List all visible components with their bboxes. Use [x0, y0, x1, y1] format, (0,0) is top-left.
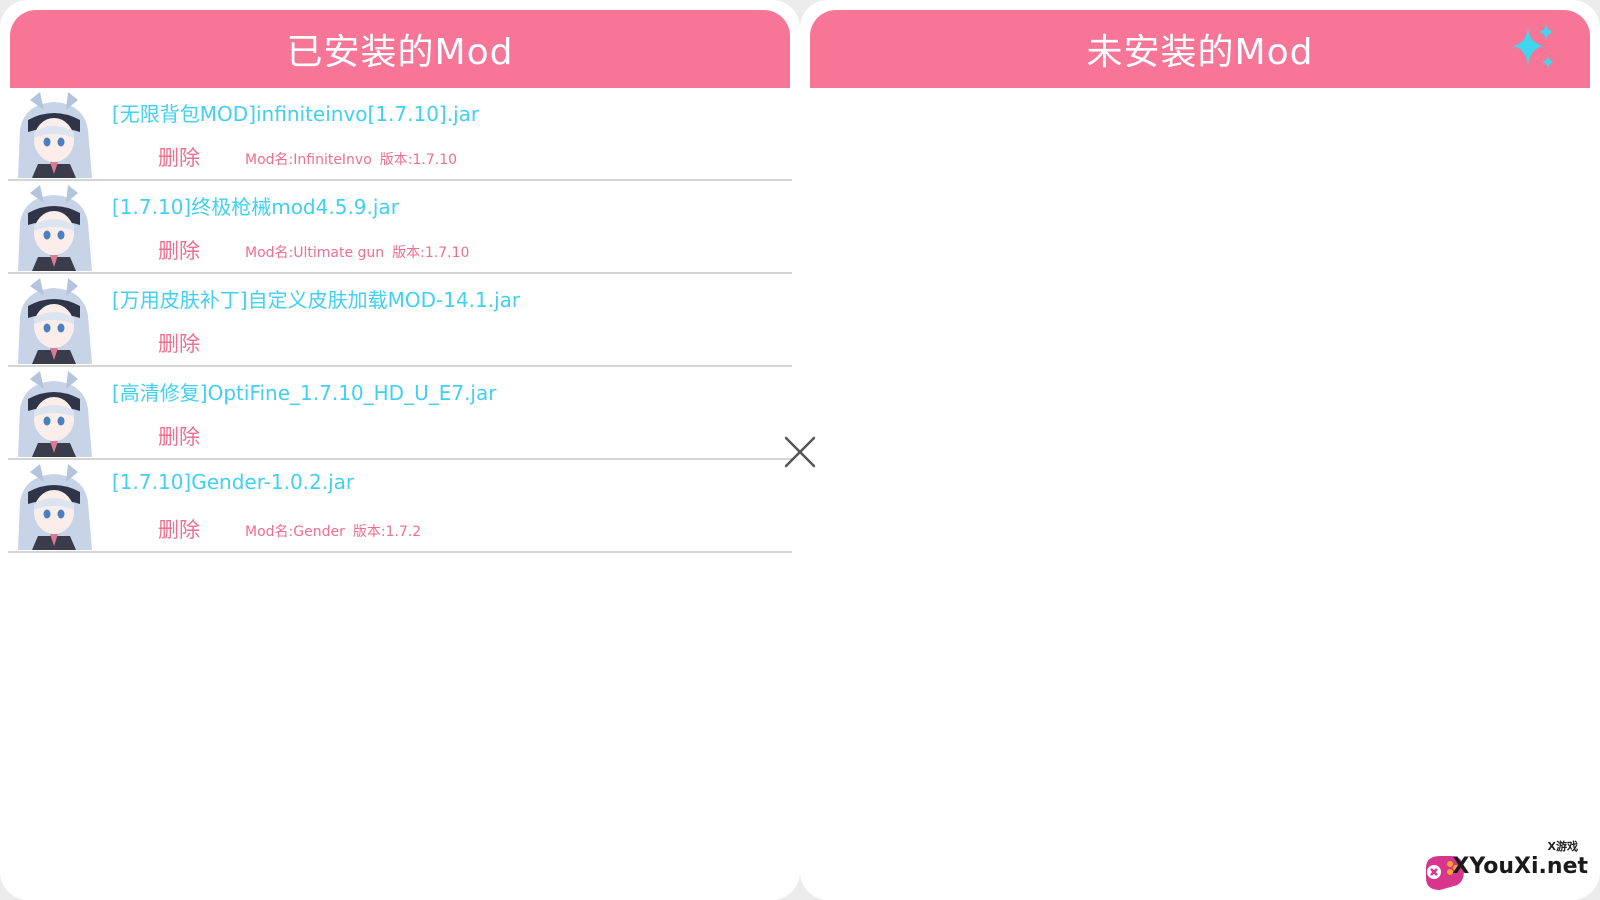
delete-button[interactable]: 删除	[158, 514, 200, 544]
sparkle-icon[interactable]	[1508, 22, 1560, 74]
mod-avatar	[10, 276, 98, 364]
watermark-site-text: XYouXi.net	[1452, 854, 1588, 879]
mod-manager-screen: 已安装的Mod [无限背包MOD]infiniteinvo[1.7.10].ja…	[0, 0, 1600, 900]
installed-mods-list: [无限背包MOD]infiniteinvo[1.7.10].jar 删除 Mod…	[8, 88, 792, 553]
mod-list-item: [1.7.10]终极枪械mod4.5.9.jar 删除 Mod名:Ultimat…	[8, 181, 792, 274]
uninstalled-mods-title: 未安装的Mod	[1086, 32, 1314, 73]
installed-mods-header: 已安装的Mod	[10, 10, 790, 88]
mod-version-label: 版本:1.7.10	[392, 245, 470, 261]
delete-button[interactable]: 删除	[158, 328, 200, 358]
uninstalled-mods-panel: 未安装的Mod	[800, 0, 1600, 900]
mod-avatar	[10, 183, 98, 271]
mod-filename: [万用皮肤补丁]自定义皮肤加载MOD-14.1.jar	[112, 288, 521, 312]
mod-meta: Mod名:InfiniteInvo 版本:1.7.10	[245, 149, 457, 169]
mod-filename: [无限背包MOD]infiniteinvo[1.7.10].jar	[112, 102, 480, 126]
mod-meta: Mod名:Gender 版本:1.7.2	[245, 521, 421, 541]
close-icon[interactable]	[780, 432, 820, 472]
mod-filename: [1.7.10]终极枪械mod4.5.9.jar	[112, 195, 399, 219]
mod-name-label: Mod名:InfiniteInvo	[245, 152, 372, 168]
mod-meta	[245, 428, 253, 444]
mod-list-item: [高清修复]OptiFine_1.7.10_HD_U_E7.jar 删除	[8, 367, 792, 460]
mod-name-label: Mod名:Gender	[245, 524, 345, 540]
mod-version-label: 版本:1.7.10	[379, 152, 458, 168]
mod-meta	[245, 335, 253, 351]
uninstalled-mods-header: 未安装的Mod	[810, 10, 1590, 88]
mod-name-label: Mod名:Ultimate gun	[245, 245, 385, 261]
mod-meta: Mod名:Ultimate gun 版本:1.7.10	[245, 242, 469, 262]
mod-list-item: [1.7.10]Gender-1.0.2.jar 删除 Mod名:Gender 版…	[8, 460, 792, 553]
mod-version-label: 版本:1.7.2	[352, 524, 422, 540]
mod-filename: [1.7.10]Gender-1.0.2.jar	[112, 470, 355, 494]
installed-mods-panel: 已安装的Mod [无限背包MOD]infiniteinvo[1.7.10].ja…	[0, 0, 800, 900]
mod-avatar	[10, 462, 98, 550]
delete-button[interactable]: 删除	[158, 235, 200, 265]
watermark-small-text: X游戏	[1547, 840, 1578, 853]
mod-avatar	[10, 369, 98, 457]
mod-list-item: [无限背包MOD]infiniteinvo[1.7.10].jar 删除 Mod…	[8, 88, 792, 181]
mod-list-item: [万用皮肤补丁]自定义皮肤加载MOD-14.1.jar 删除	[8, 274, 792, 367]
installed-mods-title: 已安装的Mod	[286, 32, 514, 73]
mod-filename: [高清修复]OptiFine_1.7.10_HD_U_E7.jar	[112, 381, 497, 405]
mod-avatar	[10, 90, 98, 178]
delete-button[interactable]: 删除	[158, 421, 200, 451]
delete-button[interactable]: 删除	[158, 142, 200, 172]
watermark: X游戏 XYouXi.net	[1416, 838, 1592, 896]
